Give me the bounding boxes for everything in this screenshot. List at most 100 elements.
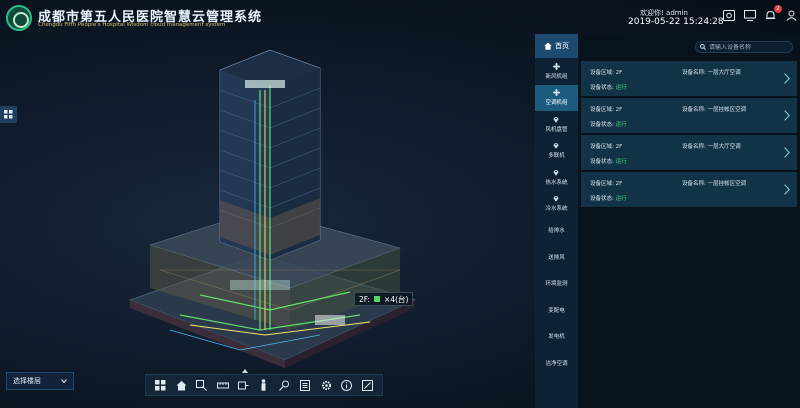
search-input[interactable] [709, 43, 789, 51]
app-header: 成都市第五人民医院智慧云管理系统 Chengdu Fifth People's … [0, 0, 800, 34]
search-area-icon[interactable] [195, 378, 209, 392]
nav-item-8[interactable]: 环境监测 [535, 270, 578, 297]
device-card[interactable]: 设备区域: 2F 设备名称: 一层挂帐区空调设备状态: 运行 [581, 172, 797, 207]
home-icon[interactable] [174, 378, 188, 392]
device-status-label: 设备状态: [590, 159, 614, 165]
nav-item-1[interactable]: 空调机组 [535, 84, 578, 111]
fan-icon [553, 62, 560, 70]
device-search[interactable] [695, 41, 793, 53]
tooltip-count: ×4(台) [384, 294, 409, 304]
search-icon [700, 44, 706, 50]
nav-item-label: 发电机 [548, 334, 565, 341]
device-area: 设备区域: 2F [590, 181, 623, 187]
grid-icon [4, 110, 13, 119]
device-area: 设备区域: 2F [590, 70, 623, 76]
fan-icon [553, 89, 560, 97]
device-name: 设备名称: 一层大厅空调 [682, 144, 741, 150]
info-icon[interactable] [340, 378, 354, 392]
nav-item-label: 送排风 [548, 254, 565, 261]
nav-item-label: 新风机组 [545, 73, 568, 80]
device-card[interactable]: 设备区域: 2F 设备名称: 一层大厅空调设备状态: 运行 [581, 61, 797, 96]
device-status-label: 设备状态: [590, 85, 614, 91]
home-icon [544, 42, 552, 50]
nav-item-10[interactable]: 发电机 [535, 323, 578, 350]
location-pin-icon [553, 116, 560, 123]
toolbar-caret-icon [242, 369, 248, 373]
nav-home[interactable]: 首页 [535, 34, 578, 58]
floor-select-value: 选择楼层 [13, 377, 41, 385]
camera-icon[interactable] [722, 9, 735, 21]
list-icon[interactable] [298, 378, 312, 392]
view-toolbar [145, 374, 383, 396]
gear-icon[interactable] [319, 378, 333, 392]
system-nav: 首页 新风机组空调机组风机盘管多联机热水系统冷水系统给排水送排风环境监测变配电发… [535, 34, 578, 408]
chevron-right-icon[interactable] [781, 108, 793, 122]
device-status-label: 设备状态: [590, 196, 614, 202]
fullscreen-icon[interactable] [361, 378, 375, 392]
nav-item-7[interactable]: 送排风 [535, 244, 578, 271]
current-datetime: 2019-05-22 15:24:28 [628, 17, 724, 27]
floor-select[interactable]: 选择楼层 [6, 372, 74, 390]
nav-item-5[interactable]: 冷水系统 [535, 191, 578, 218]
device-card[interactable]: 设备区域: 2F 设备名称: 一层大厅空调设备状态: 运行 [581, 135, 797, 170]
nav-item-label: 变配电 [548, 307, 565, 314]
device-list: 设备区域: 2F 设备名称: 一层大厅空调 设备状态: 运行 设备区域: 2F 设备名称… [581, 61, 797, 209]
notification-badge: 2 [774, 5, 782, 13]
device-card[interactable]: 设备区域: 2F 设备名称: 一层挂帐区空调设备状态: 运行 [581, 98, 797, 133]
nav-item-2[interactable]: 风机盘管 [535, 111, 578, 138]
monitor-icon[interactable] [743, 9, 756, 21]
device-area: 设备区域: 2F [590, 107, 623, 113]
nav-item-label: 环境监测 [545, 281, 568, 288]
device-status: 运行 [615, 122, 627, 128]
device-marker-icon [374, 296, 381, 302]
device-status-label: 设备状态: [590, 122, 614, 128]
nav-item-4[interactable]: 热水系统 [535, 164, 578, 191]
nav-item-3[interactable]: 多联机 [535, 138, 578, 165]
bell-icon[interactable]: 2 [764, 5, 782, 21]
nav-item-label: 热水系统 [545, 179, 568, 186]
nav-item-label: 多联机 [548, 153, 565, 160]
header-actions: 2 [722, 5, 798, 21]
device-name: 设备名称: 一层挂帐区空调 [682, 181, 747, 187]
app-subtitle: Chengdu Fifth People's Hospital Wisdom c… [38, 22, 226, 28]
device-status-row: 设备状态: 运行 [590, 120, 627, 128]
device-status-row: 设备状态: 运行 [590, 157, 627, 165]
location-pin-icon [553, 142, 560, 150]
grid-menu-button[interactable] [0, 106, 17, 123]
chevron-down-icon [61, 379, 67, 383]
nav-item-label: 洁净空调 [545, 360, 568, 367]
device-status-row: 设备状态: 运行 [590, 194, 627, 202]
building-model[interactable] [120, 30, 420, 370]
nav-item-label: 空调机组 [545, 100, 568, 107]
nav-item-label: 风机盘管 [545, 126, 568, 133]
floor-device-tooltip: 2F: ×4(台) [354, 292, 414, 306]
device-name: 设备名称: 一层挂帐区空调 [682, 107, 747, 113]
section-icon[interactable] [236, 378, 250, 392]
hospital-logo [6, 5, 32, 31]
tooltip-floor: 2F: [359, 294, 371, 304]
nav-item-label: 给排水 [548, 228, 565, 235]
device-status: 运行 [615, 159, 627, 165]
grid-view-icon[interactable] [153, 378, 167, 392]
location-pin-icon [553, 195, 560, 203]
device-status: 运行 [615, 85, 627, 91]
device-area: 设备区域: 2F [590, 144, 623, 150]
nav-item-0[interactable]: 新风机组 [535, 58, 578, 85]
device-status-row: 设备状态: 运行 [590, 83, 627, 91]
chevron-right-icon[interactable] [781, 71, 793, 85]
chevron-right-icon[interactable] [781, 145, 793, 159]
device-status: 运行 [615, 196, 627, 202]
person-icon[interactable] [257, 378, 271, 392]
nav-home-label: 首页 [555, 42, 569, 50]
device-panel: 设备区域: 2F设备名称: 一层大厅空调设备状态: 运行设备区域: 2F设备名称… [578, 34, 800, 408]
nav-item-11[interactable]: 洁净空调 [535, 350, 578, 377]
nav-item-9[interactable]: 变配电 [535, 297, 578, 324]
pin-settings-icon[interactable] [278, 378, 292, 392]
measure-icon[interactable] [216, 378, 230, 392]
user-icon[interactable] [785, 9, 798, 21]
chevron-right-icon[interactable] [781, 182, 793, 196]
device-name: 设备名称: 一层大厅空调 [682, 70, 741, 76]
nav-item-6[interactable]: 给排水 [535, 217, 578, 244]
location-pin-icon [553, 169, 560, 176]
nav-item-label: 冷水系统 [545, 206, 568, 213]
